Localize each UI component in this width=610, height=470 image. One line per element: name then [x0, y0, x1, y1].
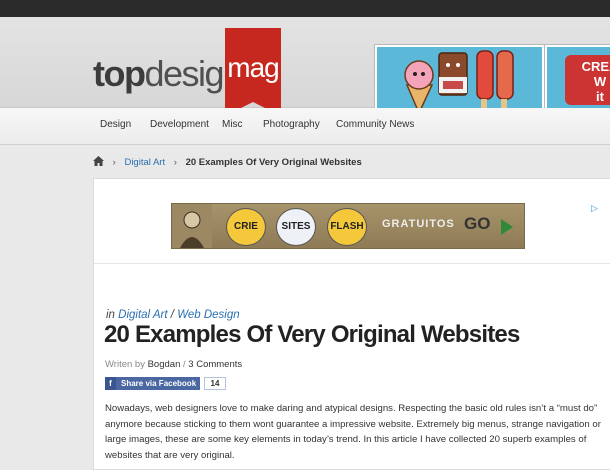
crie-button[interactable]: CRIE	[226, 208, 266, 246]
divider	[94, 263, 610, 264]
in-label: in	[106, 309, 115, 321]
breadcrumb: › Digital Art › 20 Examples Of Very Orig…	[93, 156, 362, 170]
nav-item-design[interactable]: Design	[100, 119, 131, 130]
ad-badge: CREAWit	[565, 55, 610, 105]
top-bar	[0, 0, 610, 17]
post-title[interactable]: 20 Examples Of Very Original Websites	[104, 321, 520, 349]
ad-banner[interactable]: CRIE SITES FLASH GRATUITOS GO ▷	[171, 203, 598, 249]
flash-button[interactable]: FLASH	[327, 208, 367, 246]
nav-item-development[interactable]: Development	[150, 119, 209, 130]
category-link[interactable]: Digital Art	[118, 309, 167, 321]
breadcrumb-separator: ›	[112, 157, 116, 169]
ice-cream-illustration	[404, 50, 514, 115]
breadcrumb-current: 20 Examples Of Very Original Websites	[185, 157, 362, 169]
logo-mag-text: mag	[227, 52, 279, 83]
post-meta: Writen by Bogdan / 3 Comments	[105, 359, 242, 370]
main-nav: Design Development Misc Photography Comm…	[0, 108, 610, 145]
header-ad-banner[interactable]	[374, 44, 545, 118]
nav-item-community-news[interactable]: Community News	[336, 119, 414, 130]
home-icon[interactable]	[93, 156, 104, 169]
category-separator: /	[170, 309, 174, 321]
site-header: topdesign mag CREAWit	[0, 17, 610, 118]
meta-separator: /	[183, 359, 186, 370]
post-intro: Nowadays, web designers love to make dar…	[105, 403, 601, 461]
nav-item-misc[interactable]: Misc	[222, 119, 243, 130]
header-ad-banner-2[interactable]: CREAWit	[544, 44, 610, 118]
post-card: CRIE SITES FLASH GRATUITOS GO ▷ in Digit…	[93, 178, 610, 470]
written-by-label: Writen by	[105, 359, 145, 370]
share-count: 14	[204, 377, 226, 390]
comments-link[interactable]: 3 Comments	[188, 359, 242, 370]
go-label[interactable]: GO	[464, 214, 490, 234]
play-arrow-icon[interactable]	[501, 219, 513, 235]
sites-button[interactable]: SITES	[276, 208, 316, 246]
facebook-share-button[interactable]: f Share via Facebook	[105, 377, 200, 390]
post-categories: in Digital Art / Web Design	[106, 309, 240, 321]
nav-item-photography[interactable]: Photography	[263, 119, 320, 130]
facebook-icon: f	[105, 377, 116, 390]
category-link[interactable]: Web Design	[177, 309, 239, 321]
logo-ribbon[interactable]: mag	[225, 28, 281, 116]
logo-top-text: top	[93, 53, 146, 94]
breadcrumb-category[interactable]: Digital Art	[124, 157, 165, 168]
share-label: Share via Facebook	[121, 379, 197, 388]
author-link[interactable]: Bogdan	[148, 359, 181, 370]
vintage-portrait-icon	[172, 204, 212, 248]
gratuitos-label: GRATUITOS	[382, 218, 455, 230]
site-logo[interactable]: topdesign	[93, 53, 243, 94]
adchoices-icon[interactable]: ▷	[591, 203, 598, 214]
breadcrumb-separator: ›	[173, 157, 177, 169]
